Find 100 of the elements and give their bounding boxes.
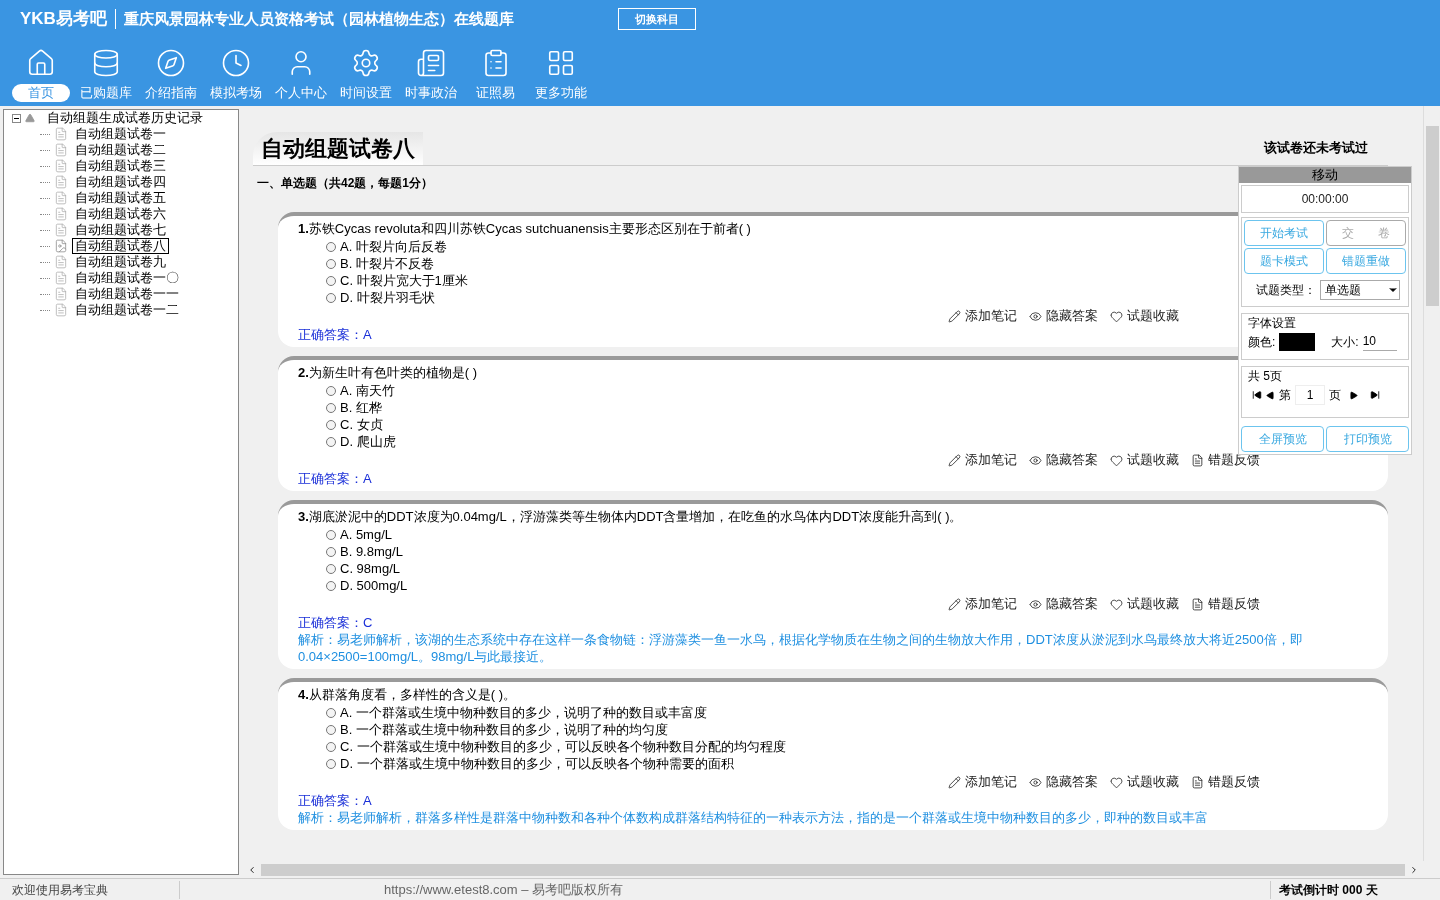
group-title: 字体设置 (1248, 315, 1297, 332)
tree-item[interactable]: 自动组题试卷二 (72, 142, 169, 158)
tree-item[interactable]: 自动组题试卷六 (72, 206, 169, 222)
welcome-text: 欢迎使用易考宝典 (0, 880, 180, 899)
page-prefix: 第 (1279, 387, 1291, 404)
document-icon (54, 143, 68, 157)
previous-page-icon[interactable] (1266, 390, 1275, 400)
correct-answer: 正确答案：C (298, 614, 373, 631)
option-radio[interactable]: B. 红桦 (326, 399, 382, 416)
correct-answer: 正确答案：A (298, 470, 372, 487)
option-radio[interactable]: A. 叶裂片向后反卷 (326, 238, 447, 255)
tree-item[interactable]: 自动组题试卷七 (72, 222, 169, 238)
question-action[interactable]: 添加笔记 (948, 774, 1017, 790)
question-text: 1.苏铁Cycas revoluta和四川苏铁Cycas sutchuanensis主要形态区别在于前者( ) (298, 221, 751, 236)
question-action[interactable]: 试题收藏 (1110, 308, 1179, 324)
option-radio[interactable]: B. 一个群落或生境中物种数目的多少，说明了种的均匀度 (326, 721, 668, 738)
document-icon (54, 223, 68, 237)
size-label: 大小: (1331, 333, 1359, 351)
option-radio[interactable]: A. 南天竹 (326, 382, 395, 399)
option-radio[interactable]: D. 爬山虎 (326, 433, 396, 450)
size-field[interactable]: 10 (1362, 332, 1397, 351)
option-radio[interactable]: B. 9.8mg/L (326, 543, 403, 560)
question-action[interactable]: 隐藏答案 (1029, 774, 1098, 790)
document-icon (54, 271, 68, 285)
document-icon (1191, 453, 1204, 467)
document-icon (1191, 775, 1204, 789)
paper-title: 自动组题试卷八 (253, 132, 423, 165)
tree-item[interactable]: 自动组题试卷四 (72, 174, 169, 190)
document-icon (54, 175, 68, 189)
group-title: 共 5页 (1248, 368, 1283, 385)
eye-icon (1029, 453, 1042, 467)
tree-item[interactable]: 自动组题试卷三 (72, 158, 169, 174)
question-action[interactable]: 添加笔记 (948, 452, 1017, 468)
countdown-text: 考试倒计时 000 天 (1270, 880, 1440, 899)
page-field[interactable]: 1 (1295, 385, 1325, 405)
option-radio[interactable]: D. 500mg/L (326, 577, 408, 594)
document-icon (54, 127, 68, 141)
document-icon (1191, 597, 1204, 611)
scroll-thumb[interactable] (1425, 126, 1439, 306)
option-radio[interactable]: A. 一个群落或生境中物种数目的多少，说明了种的数目或丰富度 (326, 704, 707, 721)
eye-icon (1029, 309, 1042, 323)
heart-icon (1110, 309, 1123, 323)
pencil-icon (948, 597, 961, 611)
option-radio[interactable]: B. 叶裂片不反卷 (326, 255, 434, 272)
correct-answer: 正确答案：A (298, 792, 372, 809)
clock-icon (220, 48, 251, 78)
question-action[interactable]: 添加笔记 (948, 308, 1017, 324)
option-radio[interactable]: C. 叶裂片宽大于1厘米 (326, 272, 468, 289)
option-radio[interactable]: C. 98mg/L (326, 560, 400, 577)
question-text: 3.湖底淤泥中的DDT浓度为0.04mg/L，浮游藻类等生物体内DDT含量增加，在吃鱼的水鸟体内DDT浓度能升高到( )。 (298, 509, 963, 524)
question-action[interactable]: 隐藏答案 (1029, 308, 1098, 324)
type-label: 试题类型： (1256, 282, 1316, 299)
type-select[interactable]: 单选题 (1320, 280, 1400, 300)
last-page-icon[interactable] (1370, 390, 1380, 400)
timer: 00:00:00 (1241, 185, 1409, 213)
vertical-scrollbar[interactable] (1423, 106, 1440, 861)
option-radio[interactable]: A. 5mg/L (326, 526, 393, 543)
tree-item[interactable]: 自动组题试卷八 (72, 238, 169, 254)
scroll-right-icon[interactable] (1409, 864, 1419, 875)
tree-item[interactable]: 自动组题试卷一〇 (72, 270, 182, 286)
tree-item[interactable]: 自动组题试卷九 (72, 254, 169, 270)
answer-analysis: 解析：易老师解析，群落多样性是群落中物种数和各种个体数构成群落结构特征的一种表示方法，指的是一个群落或生境中物种数目的多少，即种的数目或丰富 (298, 809, 1209, 826)
panel-header[interactable]: 移动 (1239, 167, 1411, 183)
tree-item[interactable]: 自动组题试卷一二 (72, 302, 182, 318)
question-action[interactable]: 试题收藏 (1110, 774, 1179, 790)
question-action[interactable]: 隐藏答案 (1029, 596, 1098, 612)
color-swatch[interactable] (1279, 332, 1316, 351)
document-icon (54, 239, 68, 253)
question-action[interactable]: 添加笔记 (948, 596, 1017, 612)
document-icon (54, 255, 68, 269)
option-radio[interactable]: C. 女贞 (326, 416, 383, 433)
tree-item[interactable]: 自动组题试卷五 (72, 190, 169, 206)
question-action[interactable]: 错题反馈 (1191, 596, 1260, 612)
question-action[interactable]: 隐藏答案 (1029, 452, 1098, 468)
option-radio[interactable]: D. 叶裂片羽毛状 (326, 289, 435, 306)
question-action[interactable]: 试题收藏 (1110, 596, 1179, 612)
option-radio[interactable]: C. 一个群落或生境中物种数目的多少，可以反映各个物种数目分配的均匀程度 (326, 738, 786, 755)
first-page-icon[interactable] (1252, 390, 1262, 400)
heart-icon (1110, 775, 1123, 789)
heart-icon (1110, 453, 1123, 467)
question-action[interactable]: 错题反馈 (1191, 774, 1260, 790)
tree-item[interactable]: 自动组题试卷一一 (72, 286, 182, 302)
correct-answer: 正确答案：A (298, 326, 372, 343)
copyright-text: https://www.etest8.com – 易考吧版权所有 (384, 880, 624, 899)
tree-item[interactable]: 自动组题试卷一 (72, 126, 169, 142)
scroll-left-icon[interactable] (247, 864, 257, 875)
option-radio[interactable]: D. 一个群落或生境中物种数目的多少，可以反映各个物种需要的面积 (326, 755, 734, 772)
collapse-toggle[interactable] (12, 113, 21, 123)
next-page-icon[interactable] (1349, 390, 1358, 400)
question-action[interactable]: 试题收藏 (1110, 452, 1179, 468)
heart-icon (1110, 597, 1123, 611)
document-icon (54, 191, 68, 205)
pencil-icon (948, 775, 961, 789)
document-icon (54, 207, 68, 221)
page-suffix: 页 (1329, 387, 1341, 404)
logo: YKB易考吧 (20, 8, 107, 31)
document-icon (54, 303, 68, 317)
pencil-icon (948, 453, 961, 467)
section-heading: 一、单选题（共42题，每题1分） (257, 175, 434, 192)
tree-root-label[interactable]: 自动组题生成试卷历史记录 (47, 110, 203, 126)
